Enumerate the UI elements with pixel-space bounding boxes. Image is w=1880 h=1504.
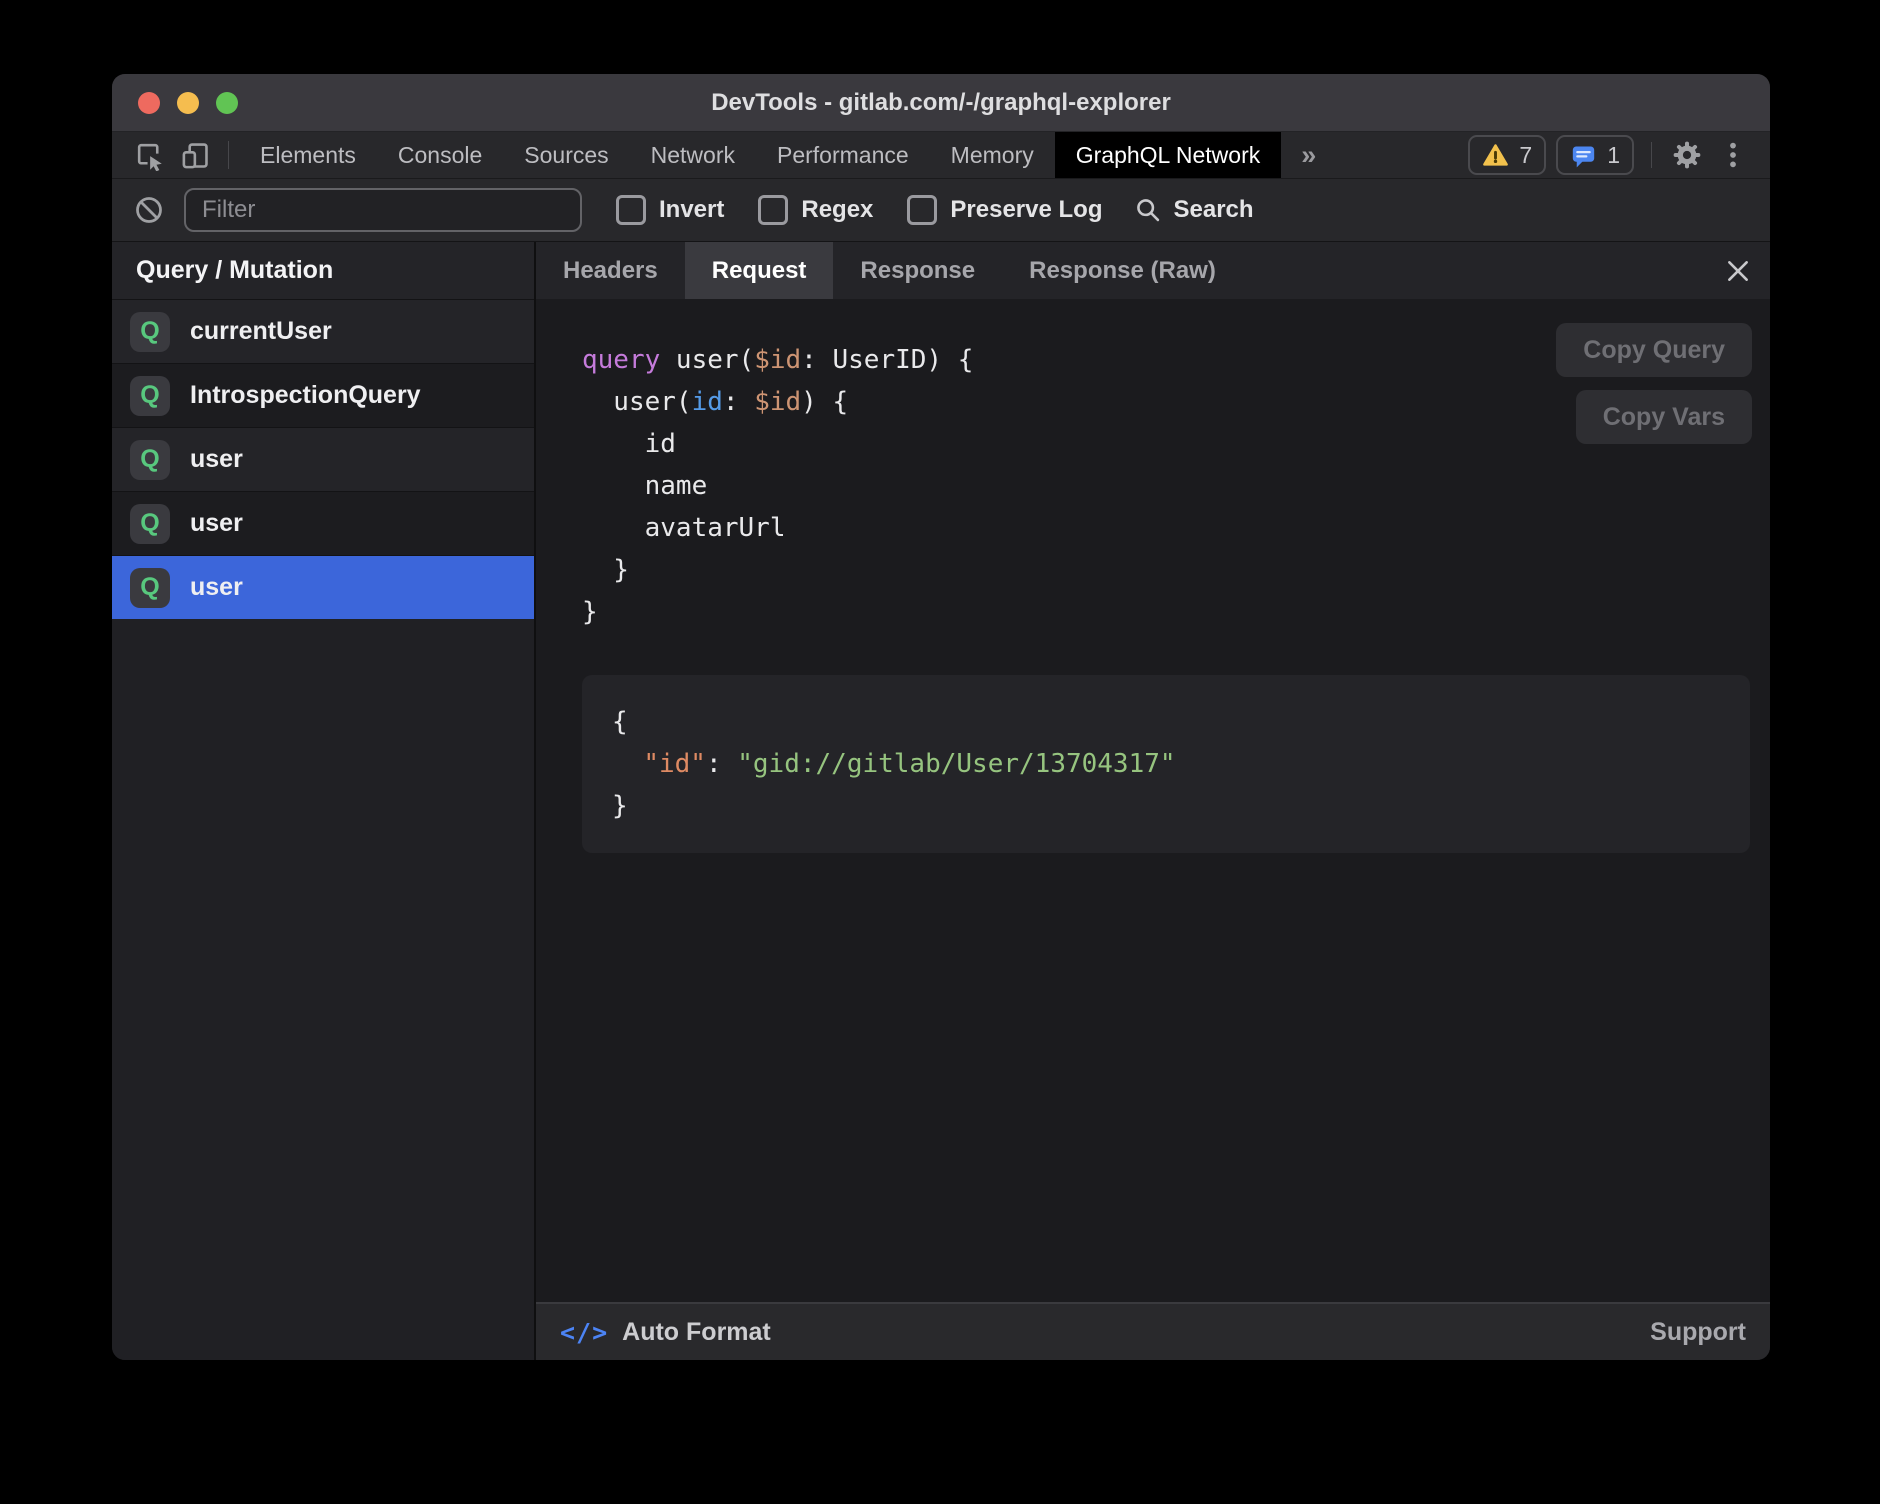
minimize-window-button[interactable] (177, 92, 199, 114)
window-title: DevTools - gitlab.com/-/graphql-explorer (711, 89, 1171, 117)
issues-warning-badge[interactable]: 7 (1468, 135, 1546, 175)
code-line: name (582, 465, 1750, 507)
checkbox-preserve-log[interactable]: Preserve Log (907, 195, 1102, 225)
code-line: avatarUrl (582, 507, 1750, 549)
preserve-log-checkbox-label: Preserve Log (950, 196, 1102, 224)
toggle-device-toolbar-button[interactable] (172, 132, 218, 178)
query-item-label: user (190, 509, 243, 538)
invert-checkbox-label: Invert (659, 196, 724, 224)
more-tabs-button[interactable]: » (1281, 132, 1336, 178)
query-type-badge: Q (130, 504, 170, 544)
filter-bar: Invert Regex Preserve Log Search (112, 179, 1770, 242)
invert-checkbox-box[interactable] (616, 195, 646, 225)
tab-performance[interactable]: Performance (756, 132, 930, 178)
close-panel-button[interactable] (1706, 242, 1770, 299)
query-sidebar: Query / Mutation QcurrentUserQIntrospect… (112, 242, 536, 1360)
device-toolbar-icon (180, 140, 211, 171)
toolbar-right-controls: 7 1 (1463, 132, 1770, 178)
preserve-log-checkbox-box[interactable] (907, 195, 937, 225)
query-list-item[interactable]: QcurrentUser (112, 299, 534, 363)
code-line: } (582, 591, 1750, 633)
tab-elements[interactable]: Elements (239, 132, 377, 178)
settings-button[interactable] (1664, 139, 1710, 171)
clear-filter-icon[interactable] (134, 195, 164, 225)
toolbar-divider (228, 141, 229, 169)
tab-memory[interactable]: Memory (930, 132, 1055, 178)
search-label: Search (1173, 196, 1253, 224)
copy-buttons: Copy Query Copy Vars (1556, 323, 1752, 444)
copy-vars-button[interactable]: Copy Vars (1576, 390, 1752, 444)
panel-footer: </> Auto Format Support (536, 1302, 1770, 1360)
filter-input[interactable] (184, 188, 582, 232)
chat-bubble-icon (1570, 142, 1597, 169)
query-item-label: IntrospectionQuery (190, 381, 421, 410)
panel-tab-response[interactable]: Response (833, 242, 1002, 299)
sidebar-header: Query / Mutation (112, 242, 534, 299)
checkbox-invert[interactable]: Invert (616, 195, 724, 225)
query-type-badge: Q (130, 440, 170, 480)
code-line: } (582, 549, 1750, 591)
maximize-window-button[interactable] (216, 92, 238, 114)
close-window-button[interactable] (138, 92, 160, 114)
panel-tab-strip: HeadersRequestResponseResponse (Raw) (536, 242, 1770, 299)
toolbar-spacer (1336, 132, 1463, 178)
message-count: 1 (1607, 142, 1620, 169)
panel-tab-response-raw[interactable]: Response (Raw) (1002, 242, 1243, 299)
tab-network[interactable]: Network (630, 132, 756, 178)
devtools-tab-strip: ElementsConsoleSourcesNetworkPerformance… (239, 132, 1281, 178)
gear-icon (1671, 139, 1703, 171)
query-item-label: user (190, 445, 243, 474)
query-list-item[interactable]: Quser (112, 491, 534, 555)
support-link[interactable]: Support (1650, 1318, 1746, 1347)
query-list-item[interactable]: Q IntrospectionQuery (112, 363, 534, 427)
tab-graphql-network[interactable]: GraphQL Network (1055, 132, 1282, 178)
request-panel: HeadersRequestResponseResponse (Raw) que… (536, 242, 1770, 1360)
code-line: { (612, 701, 1720, 743)
tab-sources[interactable]: Sources (503, 132, 629, 178)
search-button[interactable]: Search (1134, 196, 1253, 224)
query-list: QcurrentUserQIntrospectionQueryQuserQuse… (112, 299, 534, 1360)
regex-checkbox-box[interactable] (758, 195, 788, 225)
query-item-label: currentUser (190, 317, 332, 346)
main-area: Query / Mutation QcurrentUserQIntrospect… (112, 242, 1770, 1360)
regex-checkbox-label: Regex (801, 196, 873, 224)
request-content: query user($id: UserID) { user(id: $id) … (536, 299, 1770, 1302)
code-line: } (612, 785, 1720, 827)
query-type-badge: Q (130, 376, 170, 416)
tab-console[interactable]: Console (377, 132, 503, 178)
auto-format-button[interactable]: Auto Format (622, 1318, 771, 1347)
inspect-element-button[interactable] (126, 132, 172, 178)
query-type-badge: Q (130, 312, 170, 352)
devtools-window: DevTools - gitlab.com/-/graphql-explorer… (112, 74, 1770, 1360)
query-item-label: user (190, 573, 243, 602)
title-bar: DevTools - gitlab.com/-/graphql-explorer (112, 74, 1770, 132)
auto-format-icon: </> (560, 1318, 608, 1347)
inspect-cursor-icon (134, 140, 165, 171)
kebab-menu-icon (1720, 140, 1746, 170)
query-variables-box: { "id": "gid://gitlab/User/13704317"} (582, 675, 1750, 853)
toolbar-right-divider (1651, 142, 1652, 168)
traffic-lights (138, 74, 238, 131)
filter-checkboxes: Invert Regex Preserve Log (582, 195, 1102, 225)
warning-icon (1482, 142, 1509, 169)
query-list-item[interactable]: Quser (112, 555, 534, 619)
messages-badge[interactable]: 1 (1556, 135, 1634, 175)
copy-query-button[interactable]: Copy Query (1556, 323, 1752, 377)
checkbox-regex[interactable]: Regex (758, 195, 873, 225)
customize-devtools-button[interactable] (1710, 140, 1756, 170)
panel-tab-request[interactable]: Request (685, 242, 834, 299)
code-line: "id": "gid://gitlab/User/13704317" (612, 743, 1720, 785)
warning-count: 7 (1519, 142, 1532, 169)
search-icon (1134, 196, 1162, 224)
query-type-badge: Q (130, 568, 170, 608)
close-icon (1725, 258, 1751, 284)
panel-tab-headers[interactable]: Headers (536, 242, 685, 299)
query-list-item[interactable]: Quser (112, 427, 534, 491)
devtools-toolbar: ElementsConsoleSourcesNetworkPerformance… (112, 132, 1770, 179)
